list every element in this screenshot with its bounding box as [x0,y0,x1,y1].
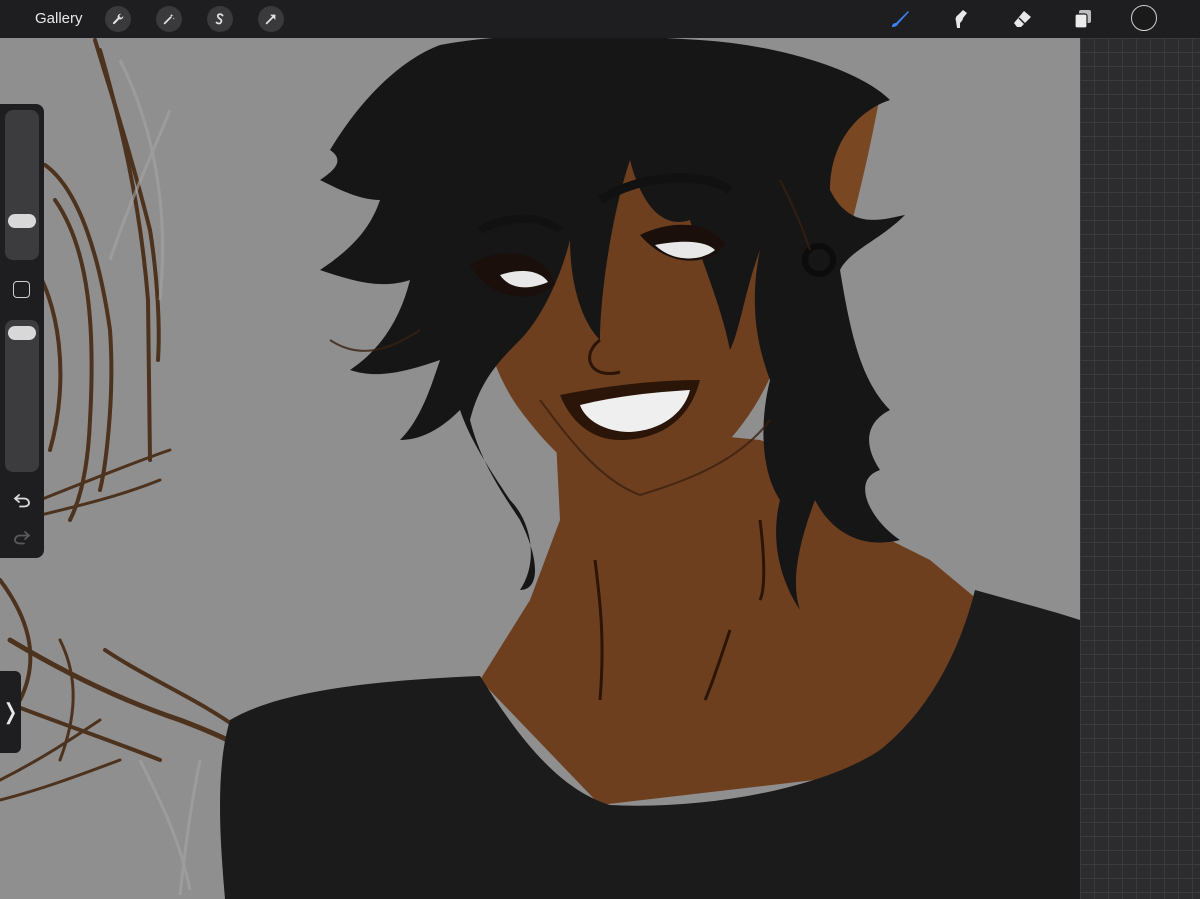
undo-icon[interactable] [11,490,33,510]
procreate-app: Gallery ❭ [0,0,1200,899]
transform-arrow-icon[interactable] [258,6,284,32]
wrench-icon[interactable] [105,6,131,32]
modify-button-square-icon[interactable] [13,281,30,298]
sketch-lines-gray [108,59,202,896]
smudge-icon[interactable] [946,5,974,33]
opacity-slider[interactable] [5,320,39,472]
magic-wand-icon[interactable] [156,6,182,32]
eraser-icon[interactable] [1008,5,1036,33]
sidebar-toggle-chevron-icon[interactable]: ❭ [0,671,21,753]
left-sidebar [0,104,44,558]
drawing-canvas[interactable] [0,38,1080,899]
brush-icon[interactable] [886,5,914,33]
artwork [0,38,1080,899]
offcanvas-grid [1080,38,1200,899]
brush-size-knob[interactable] [8,214,36,228]
brush-size-slider[interactable] [5,110,39,260]
selection-icon[interactable] [207,6,233,32]
redo-icon[interactable] [11,527,33,547]
top-toolbar: Gallery [0,0,1200,38]
gallery-button[interactable]: Gallery [35,9,83,29]
layers-icon[interactable] [1069,5,1097,33]
opacity-knob[interactable] [8,326,36,340]
color-picker-swatch[interactable] [1131,5,1157,31]
